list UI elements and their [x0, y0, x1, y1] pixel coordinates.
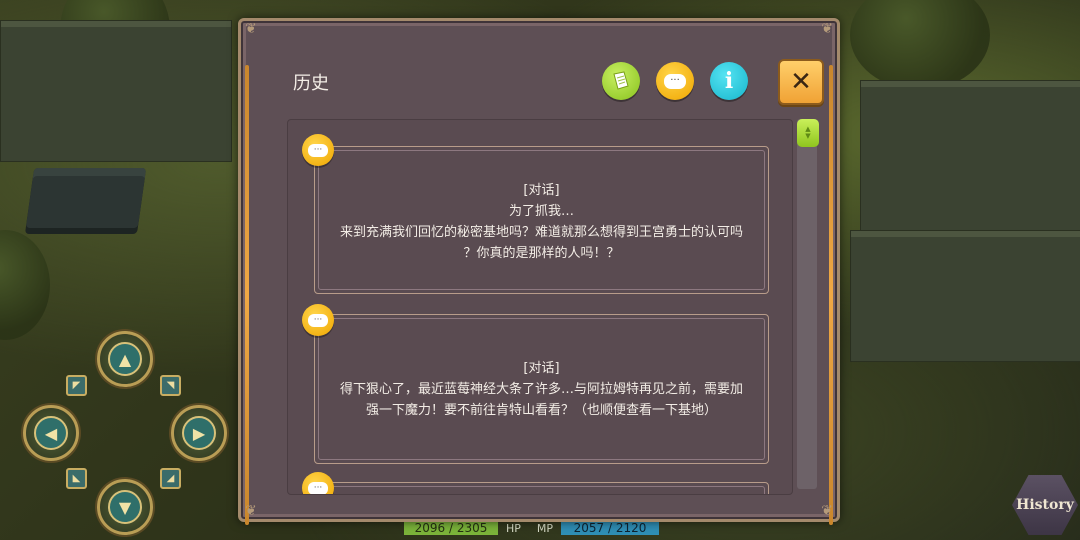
chat-bubble-icon: ···	[308, 313, 328, 327]
corner-ornament-icon: ❦	[821, 21, 833, 37]
entry-line: 来到充满我们回忆的秘密基地吗？难道就那么想得到王宫勇士的认可吗	[339, 225, 743, 240]
scroll-down-icon: ▼	[805, 132, 811, 140]
history-button[interactable]: History	[1012, 475, 1078, 535]
background-tree	[0, 230, 50, 340]
scrollbar-thumb[interactable]: ▲ ▼	[797, 119, 819, 147]
background-block	[860, 80, 1080, 232]
chat-bubble-icon: ···	[664, 73, 686, 89]
history-list[interactable]: [对话] 为了抓我… 来到充满我们回忆的秘密基地吗？难道就那么想得到王宫勇士的认…	[287, 119, 793, 495]
history-entry	[314, 482, 769, 494]
history-entry: [对话] 得下狠心了，最近蓝莓神经大条了许多…与阿拉姆特再见之前，需要加 强一下…	[314, 314, 769, 464]
quest-log-button[interactable]	[602, 62, 640, 100]
background-block	[850, 230, 1080, 362]
dpad-up-right-button[interactable]: ◥	[160, 375, 181, 396]
close-button[interactable]: ✕	[778, 59, 824, 105]
dialogue-filter-button[interactable]: ···	[656, 62, 694, 100]
mp-value: 2057 / 2120	[561, 521, 660, 535]
corner-ornament-icon: ❦	[245, 21, 257, 37]
quest-scroll-icon	[613, 71, 629, 90]
hp-value: 2096 / 2305	[404, 521, 498, 535]
dpad-left-button[interactable]: ◀	[23, 405, 79, 461]
history-panel: ❦ ❦ ❦ ❦ 历史 ··· i ✕ [对话] 为了抓我… 来到充满我们回忆的秘…	[238, 18, 840, 525]
dpad-right-button[interactable]: ▶	[171, 405, 227, 461]
entry-tag: [对话]	[523, 183, 560, 198]
scrollbar-track[interactable]	[797, 119, 817, 489]
entry-line: ？你真的是那样的人吗！？	[463, 246, 620, 261]
history-entry: [对话] 为了抓我… 来到充满我们回忆的秘密基地吗？难道就那么想得到王宫勇士的认…	[314, 146, 769, 294]
left-arrow-icon: ◀	[34, 416, 68, 450]
dpad-up-left-button[interactable]: ◤	[66, 375, 87, 396]
entry-line: 为了抓我…	[508, 204, 574, 219]
dpad-down-button[interactable]: ▼	[97, 479, 153, 535]
panel-edge-left	[245, 65, 249, 525]
entry-tag: [对话]	[523, 361, 560, 376]
panel-edge-right	[829, 65, 833, 525]
dialogue-bubble-badge: ···	[302, 304, 334, 336]
background-tree	[850, 0, 990, 90]
chat-bubble-icon: ···	[308, 481, 328, 494]
down-arrow-icon: ▼	[108, 490, 142, 524]
dialogue-bubble-badge: ···	[302, 472, 334, 494]
background-stone	[25, 168, 147, 228]
panel-title: 历史	[293, 73, 329, 94]
mp-label: MP	[536, 521, 554, 535]
dpad-up-button[interactable]: ▲	[97, 331, 153, 387]
status-bars: 2096 / 2305 HP MP 2057 / 2120	[404, 520, 660, 536]
hp-label: HP	[506, 521, 521, 535]
right-arrow-icon: ▶	[182, 416, 216, 450]
entry-line: 强一下魔力！要不前往肯特山看看？（也顺便查看一下基地）	[365, 403, 717, 418]
chat-bubble-icon: ···	[308, 143, 328, 157]
info-button[interactable]: i	[710, 62, 748, 100]
entry-line: 得下狠心了，最近蓝莓神经大条了许多…与阿拉姆特再见之前，需要加	[339, 382, 743, 397]
background-block	[0, 20, 232, 162]
up-arrow-icon: ▲	[108, 342, 142, 376]
dpad-down-left-button[interactable]: ◣	[66, 468, 87, 489]
dpad-down-right-button[interactable]: ◢	[160, 468, 181, 489]
dialogue-bubble-badge: ···	[302, 134, 334, 166]
corner-ornament-icon: ❦	[245, 503, 257, 519]
corner-ornament-icon: ❦	[821, 503, 833, 519]
